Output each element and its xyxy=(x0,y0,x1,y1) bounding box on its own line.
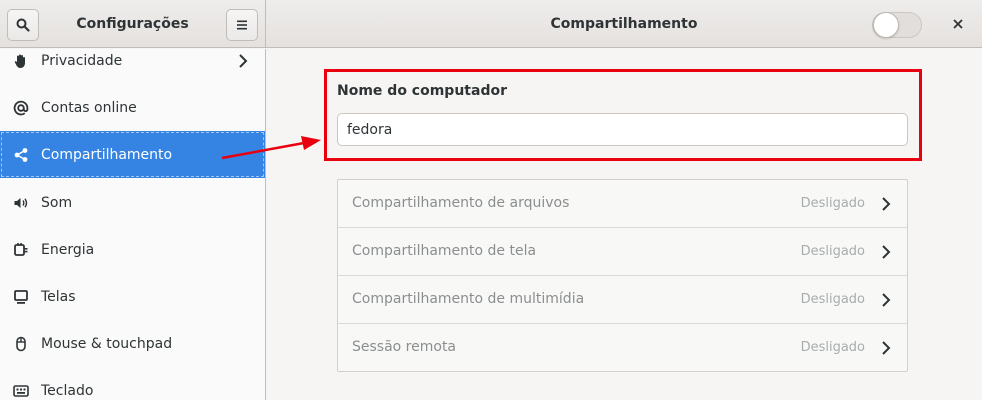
sidebar-item-telas[interactable]: Telas xyxy=(0,273,265,320)
sharing-master-switch[interactable] xyxy=(872,12,922,38)
speaker-icon xyxy=(12,194,30,212)
sidebar-item-mouse-touchpad[interactable]: Mouse & touchpad xyxy=(0,320,265,367)
switch-knob xyxy=(873,12,899,38)
sidebar-item-label: Privacidade xyxy=(41,52,123,69)
sidebar-item-compartilhamento[interactable]: Compartilhamento xyxy=(0,131,265,178)
chevron-right-icon xyxy=(882,293,891,307)
power-plug-icon xyxy=(12,241,30,259)
sidebar-item-som[interactable]: Som xyxy=(0,179,265,226)
mouse-icon xyxy=(12,335,30,353)
search-button[interactable] xyxy=(7,9,39,41)
chevron-right-icon xyxy=(882,245,891,259)
sidebar-header: Configurações xyxy=(0,0,266,48)
keyboard-icon xyxy=(12,382,30,400)
chevron-right-icon xyxy=(882,341,891,355)
sharing-row-tela[interactable]: Compartilhamento de tela Desligado xyxy=(338,228,907,276)
sharing-row-status: Desligado xyxy=(800,340,865,355)
sidebar-item-label: Energia xyxy=(41,241,95,258)
sharing-row-sessao-remota[interactable]: Sessão remota Desligado xyxy=(338,324,907,372)
settings-sidebar: Privacidade Contas online Compartilhamen… xyxy=(0,49,266,400)
close-button[interactable] xyxy=(948,14,968,34)
sidebar-item-label: Teclado xyxy=(41,382,94,399)
sidebar-item-energia[interactable]: Energia xyxy=(0,226,265,273)
sidebar-item-label: Compartilhamento xyxy=(41,146,173,163)
sharing-row-arquivos[interactable]: Compartilhamento de arquivos Desligado xyxy=(338,180,907,228)
hamburger-menu-icon xyxy=(237,20,247,30)
sharing-panel: Nome do computador Compartilhamento de a… xyxy=(267,49,982,400)
sidebar-title: Configurações xyxy=(76,16,189,32)
header-bar: Configurações Compartilhamento xyxy=(0,0,982,48)
sharing-row-status: Desligado xyxy=(800,292,865,307)
hand-icon xyxy=(12,52,30,70)
display-icon xyxy=(12,288,30,306)
sharing-row-label: Compartilhamento de multimídia xyxy=(352,291,585,307)
sharing-row-status: Desligado xyxy=(800,196,865,211)
sidebar-item-label: Som xyxy=(41,194,73,211)
annotation-highlight-box xyxy=(324,69,922,161)
sharing-row-label: Compartilhamento de tela xyxy=(352,243,537,259)
chevron-right-icon xyxy=(882,197,891,211)
sharing-row-multimidia[interactable]: Compartilhamento de multimídia Desligado xyxy=(338,276,907,324)
sharing-services-list: Compartilhamento de arquivos Desligado C… xyxy=(337,179,908,372)
sharing-row-status: Desligado xyxy=(800,244,865,259)
search-icon xyxy=(16,18,30,32)
sidebar-item-label: Mouse & touchpad xyxy=(41,335,173,352)
main-menu-button[interactable] xyxy=(226,9,258,41)
sidebar-item-teclado[interactable]: Teclado xyxy=(0,367,265,400)
sidebar-item-contas-online[interactable]: Contas online xyxy=(0,84,265,131)
panel-header: Compartilhamento xyxy=(266,0,982,48)
sharing-row-label: Compartilhamento de arquivos xyxy=(352,195,570,211)
sharing-row-label: Sessão remota xyxy=(352,339,457,355)
chevron-right-icon xyxy=(239,53,248,68)
close-icon xyxy=(953,19,963,29)
share-icon xyxy=(12,146,30,164)
sidebar-item-privacidade[interactable]: Privacidade xyxy=(0,49,265,84)
sidebar-item-label: Contas online xyxy=(41,99,137,116)
sidebar-item-label: Telas xyxy=(41,288,76,305)
at-sign-icon xyxy=(12,99,30,117)
